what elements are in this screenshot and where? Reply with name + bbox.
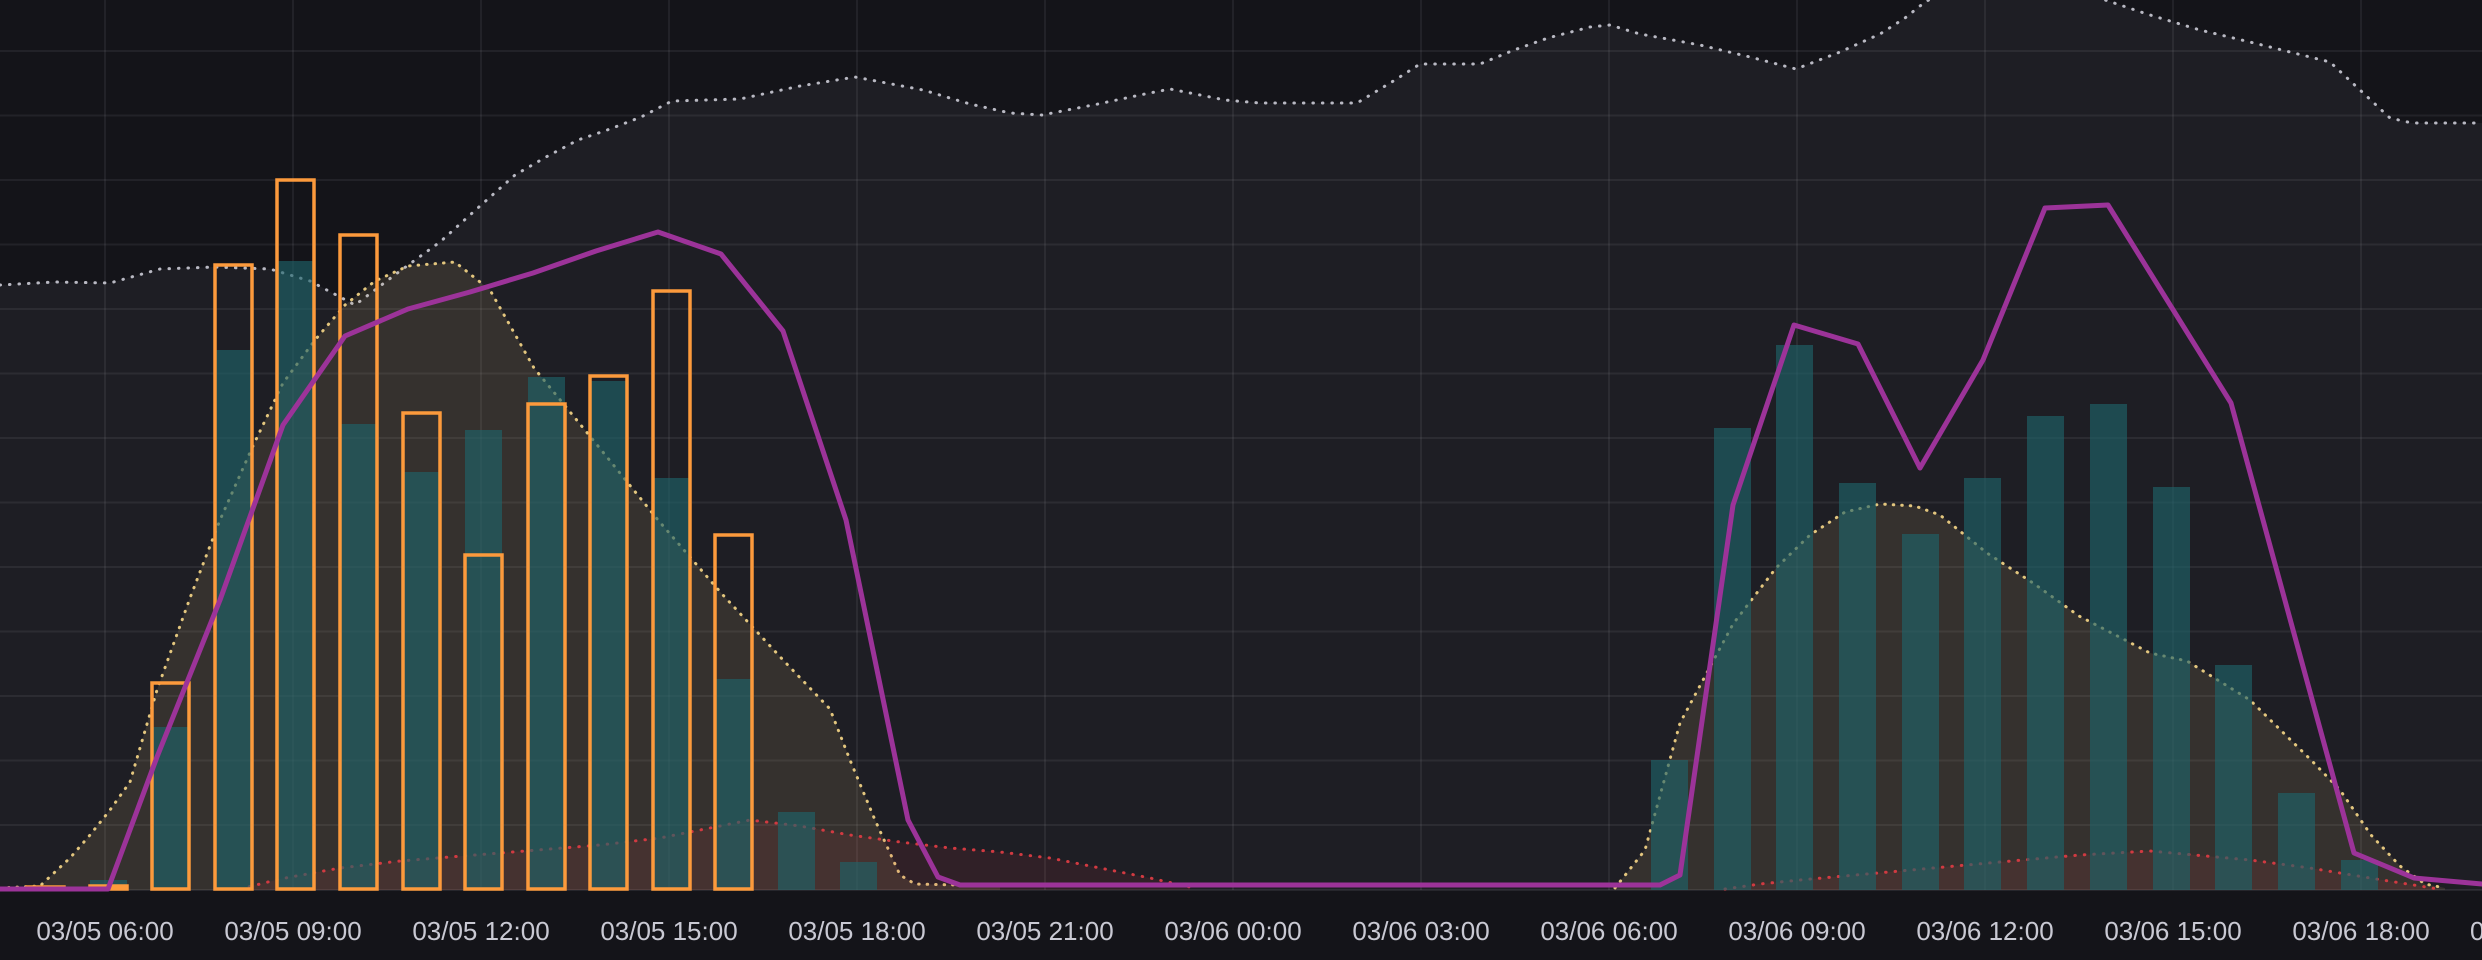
bar	[465, 430, 502, 890]
bar	[2341, 860, 2378, 890]
bar	[653, 478, 690, 890]
bar	[778, 812, 815, 890]
x-axis-label: 03/05 15:00	[600, 916, 737, 946]
x-axis-label-partial: 0	[2470, 916, 2482, 946]
bar	[1964, 478, 2001, 890]
x-axis-label: 03/06 12:00	[1916, 916, 2053, 946]
series-layer	[0, 0, 2482, 890]
bar	[1714, 428, 1751, 890]
bar	[2153, 487, 2190, 890]
x-axis-label: 03/05 21:00	[976, 916, 1113, 946]
x-axis-label: 03/06 06:00	[1540, 916, 1677, 946]
bar	[528, 377, 565, 890]
bar	[403, 472, 440, 890]
x-axis-label: 03/06 00:00	[1164, 916, 1301, 946]
x-axis-label: 03/05 12:00	[412, 916, 549, 946]
x-axis-label: 03/05 06:00	[36, 916, 173, 946]
timeseries-chart[interactable]: 03/05 06:00 03/05 09:00 03/05 12:00 03/05 1…	[0, 0, 2482, 960]
bar	[340, 424, 377, 890]
bar	[1839, 483, 1876, 890]
x-axis-label: 03/06 15:00	[2104, 916, 2241, 946]
bar	[215, 350, 252, 890]
bar	[1902, 534, 1939, 890]
bar	[2027, 416, 2064, 890]
x-axis-label: 03/06 03:00	[1352, 916, 1489, 946]
bar	[715, 679, 752, 890]
x-axis-label: 03/06 09:00	[1728, 916, 1865, 946]
x-axis-label: 03/06 18:00	[2292, 916, 2429, 946]
bar	[840, 862, 877, 890]
bar	[1776, 345, 1813, 890]
x-axis-label: 03/05 18:00	[788, 916, 925, 946]
bar	[277, 261, 314, 890]
bar	[2215, 665, 2252, 890]
bar	[590, 381, 627, 890]
bar	[2278, 793, 2315, 890]
x-axis-label: 03/05 09:00	[224, 916, 361, 946]
x-axis-labels: 03/05 06:00 03/05 09:00 03/05 12:00 03/05 1…	[36, 916, 2482, 946]
bar	[2090, 404, 2127, 890]
timeseries-panel[interactable]: 03/05 06:00 03/05 09:00 03/05 12:00 03/05 1…	[0, 0, 2482, 960]
